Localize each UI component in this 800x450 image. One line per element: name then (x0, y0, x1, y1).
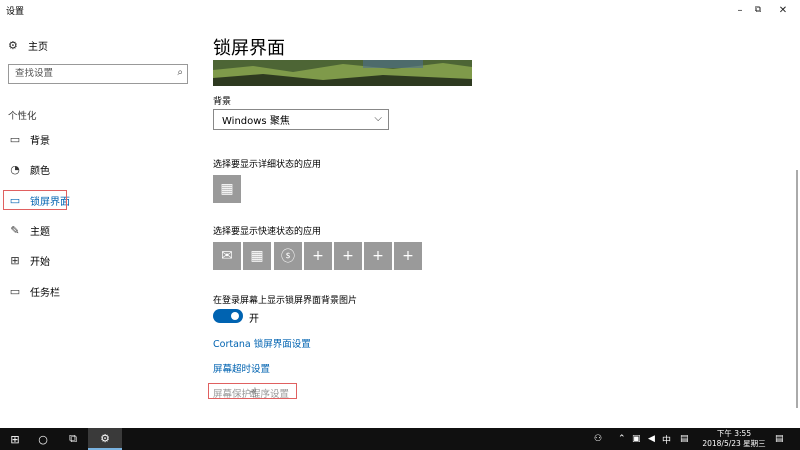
quick-status-tile-calendar[interactable]: ▦ (243, 242, 271, 270)
quick-status-label: 选择要显示快速状态的应用 (213, 227, 322, 237)
signin-background-label: 在登录屏幕上显示锁屏界面背景图片 (213, 296, 358, 306)
quick-status-tile-add[interactable]: + (334, 242, 362, 270)
action-center-button[interactable]: ▤ (775, 428, 784, 450)
palette-icon: ◔ (10, 162, 20, 176)
task-view-icon: ⧉ (69, 432, 77, 445)
ime-indicator: 中 (662, 435, 672, 446)
plus-icon: + (402, 248, 414, 264)
settings-window: 设置 – ⧉ ✕ ⚙ 主页 ⌕ 个性化 ▭ 背景 ◔ 颜色 (0, 0, 800, 428)
gear-icon: ⚙ (100, 431, 110, 445)
start-button[interactable]: ⊞ (0, 428, 30, 450)
background-dropdown[interactable]: Windows 聚焦 ⌵ (213, 109, 389, 130)
sidebar-item-label: 主题 (30, 226, 50, 238)
settings-taskbar-button[interactable]: ⚙ (88, 428, 122, 450)
detailed-status-label: 选择要显示详细状态的应用 (213, 160, 322, 170)
sidebar-item-start[interactable]: ⊞ 开始 (0, 249, 196, 271)
search-input[interactable] (15, 68, 165, 79)
clock[interactable]: 下午 3:55 2018/5/23 星期三 (700, 429, 768, 449)
people-icon: ⚇ (594, 434, 603, 444)
sidebar-item-themes[interactable]: ✎ 主题 (0, 219, 196, 241)
lock-screen-preview (213, 60, 472, 86)
signin-background-toggle[interactable] (213, 309, 243, 323)
keyboard-icon: ▤ (680, 434, 689, 444)
screen-timeout-link[interactable]: 屏幕超时设置 (213, 361, 270, 375)
search-box[interactable]: ⌕ (8, 64, 188, 84)
sidebar: ⚙ 主页 ⌕ 个性化 ▭ 背景 ◔ 颜色 ▭ 锁屏界面 ✎ 主题 (0, 20, 196, 428)
hand-cursor-icon: ☝ (249, 386, 257, 401)
home-label: 主页 (28, 42, 48, 53)
task-view-button[interactable]: ⧉ (58, 428, 88, 450)
notification-icon: ▤ (775, 434, 784, 444)
home-link[interactable]: ⚙ 主页 (8, 38, 48, 53)
sidebar-item-lock-screen[interactable]: ▭ 锁屏界面 (0, 189, 196, 211)
cortana-button[interactable]: ○ (28, 428, 58, 450)
toggle-state-text: 开 (249, 314, 259, 325)
network-icon: ▣ (632, 434, 641, 444)
section-heading: 个性化 (8, 111, 37, 122)
volume-button[interactable]: ◀ (648, 428, 655, 450)
chevron-up-icon: ⌃ (618, 434, 626, 444)
sidebar-item-label: 开始 (30, 256, 50, 268)
preview-landscape (213, 60, 472, 86)
plus-icon: + (342, 248, 354, 264)
detailed-status-tile[interactable]: ▦ (213, 175, 241, 203)
plus-icon: + (372, 248, 384, 264)
ime-mode-button[interactable]: ▤ (680, 428, 689, 450)
speaker-icon: ◀ (648, 434, 655, 444)
mail-icon: ✉ (221, 248, 233, 264)
sidebar-item-label: 背景 (30, 135, 50, 147)
quick-status-tile-skype[interactable]: ⓢ (274, 242, 302, 270)
calendar-icon: ▦ (250, 248, 264, 264)
skype-icon: ⓢ (281, 249, 295, 265)
ime-button[interactable]: 中 (662, 428, 671, 450)
show-hidden-icons-button[interactable]: ⌃ (618, 428, 626, 450)
clock-time: 下午 3:55 (716, 429, 752, 438)
window-title: 设置 (6, 7, 25, 17)
quick-status-tile-add[interactable]: + (364, 242, 392, 270)
brush-icon: ✎ (10, 223, 20, 237)
start-grid-icon: ⊞ (10, 253, 20, 267)
sidebar-item-colors[interactable]: ◔ 颜色 (0, 158, 196, 180)
search-icon[interactable]: ⌕ (177, 67, 183, 78)
network-button[interactable]: ▣ (632, 428, 641, 450)
page-title: 锁屏界面 (213, 38, 285, 59)
scrollbar[interactable] (796, 170, 798, 408)
toggle-knob (231, 312, 239, 320)
cortana-settings-link[interactable]: Cortana 锁屏界面设置 (213, 336, 311, 350)
close-icon: ✕ (778, 4, 788, 16)
calendar-icon: ▦ (220, 181, 234, 197)
main-content: 锁屏界面 背景 Windows 聚焦 ⌵ 选择要显示详细状态的应用 ▦ 选择要显… (208, 20, 773, 428)
sidebar-item-label: 颜色 (30, 165, 50, 177)
sidebar-item-label: 任务栏 (30, 287, 60, 299)
plus-icon: + (312, 248, 324, 264)
taskbar: ⊞ ○ ⧉ ⚙ ⚇ ⌃ ▣ ◀ 中 ▤ 下午 3:55 2018/5/23 星期… (0, 428, 800, 450)
taskbar-icon: ▭ (9, 284, 21, 298)
quick-status-tile-add[interactable]: + (304, 242, 332, 270)
sidebar-item-taskbar[interactable]: ▭ 任务栏 (0, 280, 196, 302)
people-button[interactable]: ⚇ (594, 428, 602, 450)
highlight-box (3, 190, 67, 210)
close-button[interactable]: ✕ (765, 0, 800, 20)
chevron-down-icon: ⌵ (374, 113, 382, 124)
picture-icon: ▭ (9, 132, 21, 146)
title-bar: 设置 – ⧉ ✕ (0, 0, 800, 20)
background-label: 背景 (213, 97, 232, 107)
sidebar-item-background[interactable]: ▭ 背景 (0, 128, 196, 150)
quick-status-tile-add[interactable]: + (394, 242, 422, 270)
clock-date: 2018/5/23 星期三 (702, 439, 766, 448)
quick-status-tile-mail[interactable]: ✉ (213, 242, 241, 270)
windows-logo-icon: ⊞ (10, 432, 20, 446)
background-value: Windows 聚焦 (222, 116, 290, 127)
circle-icon: ○ (38, 432, 48, 446)
gear-icon: ⚙ (8, 39, 18, 52)
restore-icon: ⧉ (754, 5, 762, 15)
